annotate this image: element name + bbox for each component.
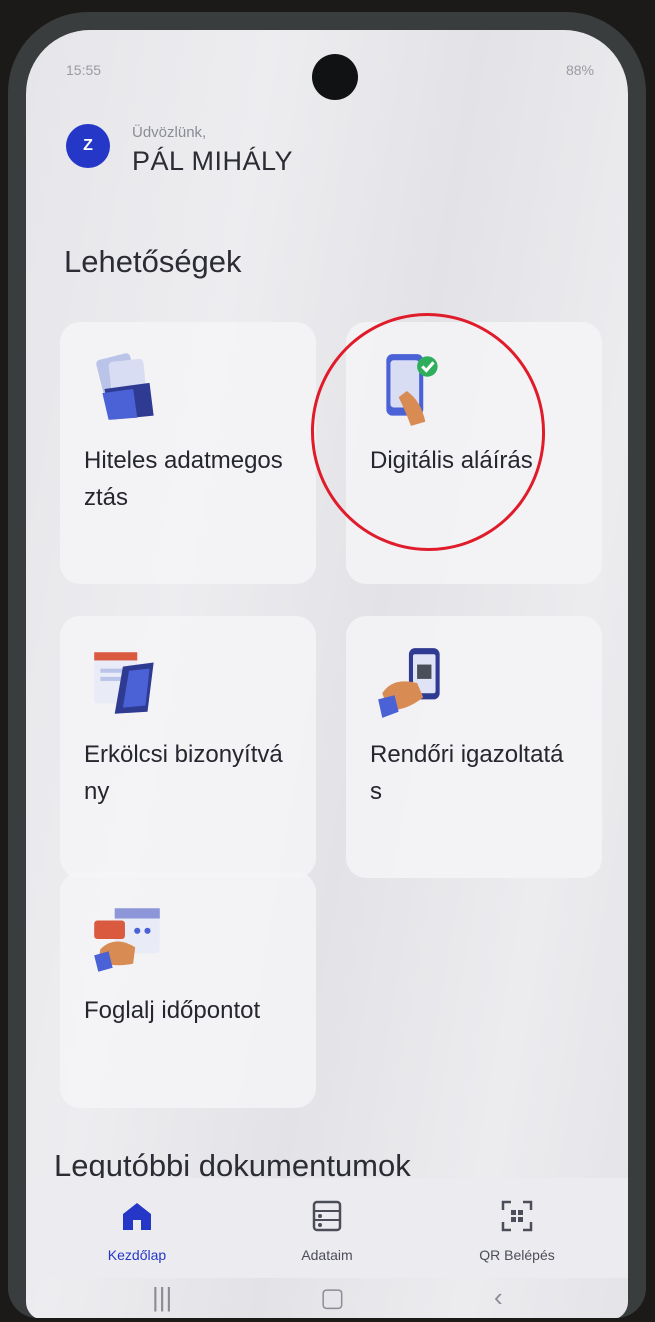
nav-label: Adataim xyxy=(301,1247,353,1263)
user-name: PÁL MIHÁLY xyxy=(132,146,294,176)
home-icon xyxy=(123,1203,151,1230)
greeting-text: Üdvözlünk, xyxy=(132,124,207,141)
section-title: Lehetőségek xyxy=(64,244,242,279)
card-label: Foglalj időpontot xyxy=(84,997,261,1024)
status-time: 15:55 xyxy=(66,62,102,78)
nav-label: Kezdőlap xyxy=(107,1247,167,1263)
recent-apps-button[interactable]: ||| xyxy=(152,1282,172,1313)
nav-item-kezdolap[interactable]: Kezdőlap xyxy=(62,1198,212,1263)
card-foglalj-idopontot[interactable]: Foglalj időpontot xyxy=(60,872,316,1108)
card-label: Hiteles adatmegosztás xyxy=(84,447,283,511)
nav-label: QR Belépés xyxy=(479,1247,555,1263)
app-screen: 15:55 88% Z Üdvözlünk, PÁL MIHÁLY Lehető… xyxy=(26,30,628,1318)
bottom-nav: Kezdőlap Adataim QR Belépés xyxy=(26,1178,628,1278)
id-phone-icon xyxy=(378,648,440,718)
calendar-booking-icon xyxy=(94,908,160,972)
card-hiteles-adatmegosztas[interactable]: Hiteles adatmegosztás xyxy=(60,322,316,584)
avatar-letter: Z xyxy=(83,137,93,154)
nav-item-adataim[interactable]: Adataim xyxy=(252,1198,402,1263)
phone-signature-icon xyxy=(386,354,438,426)
qr-scan-icon xyxy=(501,1200,533,1232)
document-folder-icon xyxy=(96,353,154,420)
avatar[interactable]: Z xyxy=(66,124,110,168)
back-button[interactable]: ‹ xyxy=(494,1282,503,1313)
card-label: Erkölcsi bizonyítvány xyxy=(84,741,283,805)
home-system-button[interactable]: ▢ xyxy=(320,1282,345,1313)
nav-item-qr-belepes[interactable]: QR Belépés xyxy=(442,1198,592,1263)
card-rendori-igazoltatas[interactable]: Rendőri igazoltatás xyxy=(346,616,602,878)
system-nav-bar: ||| ▢ ‹ xyxy=(26,1278,628,1318)
status-battery: 88% xyxy=(565,62,594,78)
card-digitalis-alairas[interactable]: Digitális aláírás xyxy=(346,322,602,584)
profile-list-icon xyxy=(312,1200,342,1232)
card-label: Digitális aláírás xyxy=(370,447,533,474)
card-label: Rendőri igazoltatás xyxy=(370,741,564,805)
certificate-icon xyxy=(94,652,154,714)
phone-frame: 15:55 88% Z Üdvözlünk, PÁL MIHÁLY Lehető… xyxy=(8,12,646,1318)
front-camera xyxy=(312,54,358,100)
card-erkolcsi-bizonyitvany[interactable]: Erkölcsi bizonyítvány xyxy=(60,616,316,878)
